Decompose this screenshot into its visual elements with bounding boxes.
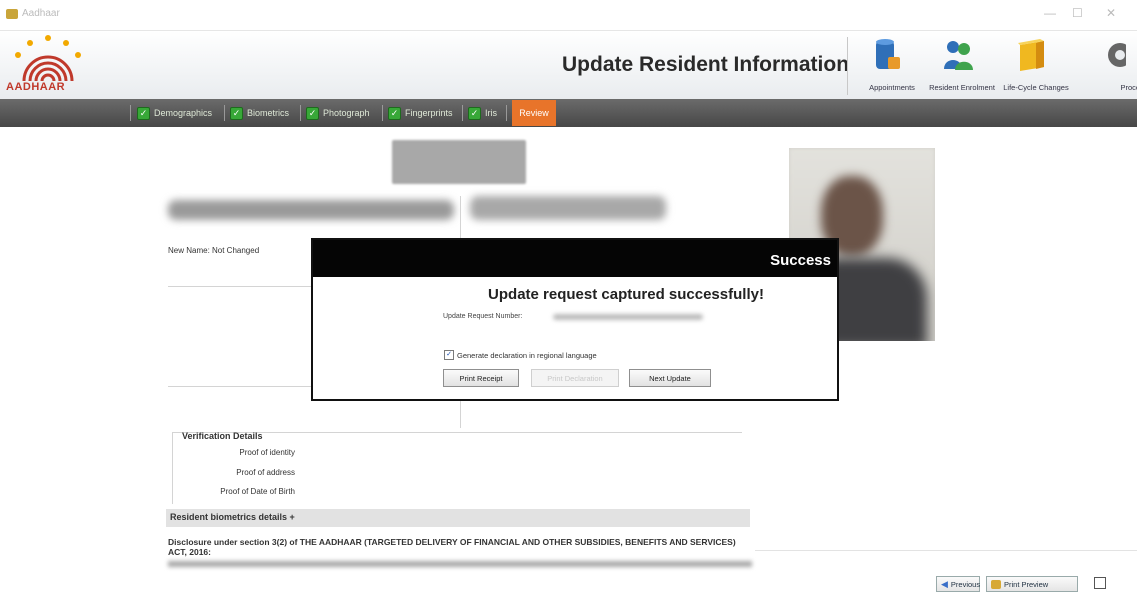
new-name-note: New Name: Not Changed — [168, 246, 260, 255]
check-icon: ✓ — [388, 106, 401, 120]
window-title: Aadhaar — [22, 8, 60, 19]
declaration-label: Generate declaration in regional languag… — [457, 350, 597, 360]
previous-label: Previous — [950, 579, 981, 589]
tab-iris[interactable]: ✓ Iris — [468, 104, 497, 122]
header-divider — [847, 37, 848, 95]
resident-enrolment-button[interactable]: Resident Enrolment — [922, 35, 995, 95]
nav-separator — [462, 105, 463, 121]
print-declaration-button[interactable]: Print Declaration — [531, 369, 619, 387]
tab-label: Demographics — [154, 108, 213, 118]
check-icon: ✓ — [137, 106, 150, 120]
print-receipt-button[interactable]: Print Receipt — [443, 369, 519, 387]
previous-button[interactable]: ◀ Previous — [936, 576, 980, 592]
resident-enrolment-label: Resident Enrolment — [929, 83, 995, 92]
check-icon: ✓ — [230, 106, 243, 120]
dialog-title: Success — [770, 252, 831, 269]
divider — [168, 286, 313, 287]
nav-separator — [300, 105, 301, 121]
nav-separator — [224, 105, 225, 121]
app-header: AADHAAR Update Resident Information Appo… — [0, 31, 1137, 99]
declaration-checkbox-row[interactable]: ✓ Generate declaration in regional langu… — [444, 350, 597, 360]
resident-name-regional-redacted — [470, 196, 666, 220]
users-icon — [944, 41, 973, 70]
footer-divider — [755, 550, 1137, 551]
proof-of-identity-label: Proof of identity — [239, 448, 295, 457]
print-preview-label: Print Preview — [1004, 579, 1049, 589]
blurred-button[interactable] — [392, 140, 526, 184]
save-icon[interactable] — [1094, 577, 1106, 589]
window-title-bar: Aadhaar — ☐ ✕ — [0, 0, 1137, 31]
logo-text: AADHAAR — [6, 81, 66, 93]
resident-name-redacted — [168, 200, 454, 220]
declaration-checkbox[interactable]: ✓ — [444, 350, 454, 360]
tab-fingerprints[interactable]: ✓ Fingerprints — [388, 104, 453, 122]
appointments-button[interactable]: Appointments — [852, 35, 922, 95]
tab-label: Photograph — [323, 108, 370, 118]
verification-details-title: Verification Details — [182, 431, 263, 441]
tab-biometrics[interactable]: ✓ Biometrics — [230, 104, 289, 122]
disclosure-text: Disclosure under section 3(2) of THE AAD… — [168, 537, 736, 557]
update-request-number-redacted — [553, 314, 703, 320]
nav-separator — [506, 105, 507, 121]
minimize-icon[interactable]: — — [1044, 6, 1056, 20]
disclosure-body-redacted — [168, 561, 752, 567]
box-icon — [1018, 39, 1044, 71]
tab-label: Iris — [485, 108, 497, 118]
page-title: Update Resident Information — [562, 53, 850, 76]
success-message: Update request captured successfully! — [488, 286, 764, 303]
dialog-header: Success — [313, 240, 837, 277]
database-icon — [876, 39, 900, 69]
tab-photograph[interactable]: ✓ Photograph — [306, 104, 370, 122]
tab-review[interactable]: Review — [512, 100, 556, 126]
tab-demographics[interactable]: ✓ Demographics — [137, 104, 212, 122]
step-navigation: ✓ Demographics ✓ Biometrics ✓ Photograph… — [0, 99, 1137, 127]
maximize-icon[interactable]: ☐ — [1072, 6, 1083, 20]
tab-label: Biometrics — [247, 108, 290, 118]
biometrics-section-title: Resident biometrics details + — [170, 512, 295, 522]
proof-of-dob-label: Proof of Date of Birth — [220, 487, 295, 496]
process-button[interactable]: Process — [1074, 35, 1137, 95]
divider — [168, 386, 313, 387]
success-dialog: Success Update request captured successf… — [311, 238, 839, 401]
check-icon: ✓ — [306, 106, 319, 120]
close-icon[interactable]: ✕ — [1106, 6, 1116, 20]
nav-separator — [382, 105, 383, 121]
gear-icon — [1108, 43, 1126, 67]
arrow-left-icon: ◀ — [941, 578, 948, 589]
process-label: Process — [1120, 83, 1137, 92]
check-icon: ✓ — [468, 106, 481, 120]
appointments-label: Appointments — [869, 83, 915, 92]
update-request-number-label: Update Request Number: — [443, 313, 523, 320]
life-cycle-changes-button[interactable]: Life-Cycle Changes — [996, 35, 1069, 95]
next-update-button[interactable]: Next Update — [629, 369, 711, 387]
printer-icon — [991, 579, 1001, 589]
life-cycle-changes-label: Life-Cycle Changes — [1003, 83, 1069, 92]
tab-label: Fingerprints — [405, 108, 453, 118]
app-icon — [6, 9, 18, 19]
nav-separator — [130, 105, 131, 121]
proof-of-address-label: Proof of address — [236, 468, 295, 477]
print-preview-button[interactable]: Print Preview — [986, 576, 1078, 592]
